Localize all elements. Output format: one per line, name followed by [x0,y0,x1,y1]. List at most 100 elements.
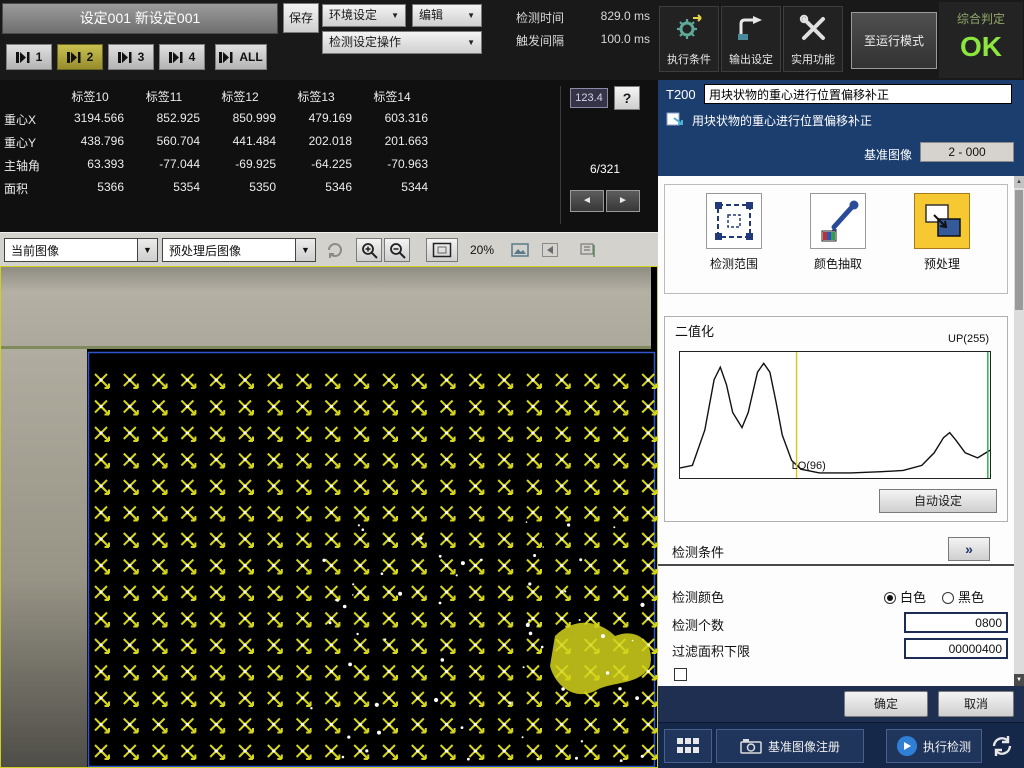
zoom-level: 20% [470,243,494,257]
inspection-ops-menu[interactable]: 检测设定操作▼ [322,31,482,54]
chevron-down-icon: ▼ [467,32,475,53]
cell: 5366 [54,180,126,203]
fit-rect-icon [432,242,452,258]
radio-on-icon [884,592,896,604]
scene-icon [219,52,235,63]
image-icon [511,243,529,257]
blob-markers [95,374,656,759]
panel-scrollbar[interactable]: ▲ ▼ [1014,176,1024,686]
scrollbar-thumb[interactable] [1015,190,1023,310]
row-label: 面积 [4,180,54,203]
camera-image-viewport[interactable] [0,266,658,768]
condition-header: 检测条件 » [658,534,1014,566]
zoom-in-button[interactable] [356,238,382,262]
position-list-button[interactable] [576,238,602,262]
run-inspection-button[interactable]: 执行检测 [886,729,982,763]
divider [560,86,561,224]
cell: 560.704 [126,134,202,157]
output-settings-button[interactable]: 输出设定 [721,6,781,72]
histogram[interactable]: LO(96) [679,351,991,479]
unit-title-input[interactable] [704,84,1012,104]
cell: 479.169 [278,111,354,134]
edit-menu[interactable]: 编辑▼ [412,4,482,27]
refresh-image-button[interactable] [324,238,346,262]
filter-checkbox[interactable] [674,668,687,681]
radio-black[interactable]: 黑色 [942,587,984,606]
radio-white[interactable]: 白色 [884,587,926,606]
environment-menu[interactable]: 环境设定▼ [322,4,406,27]
detect-time-value: 829.0 ms [566,9,650,23]
tool-preprocess[interactable]: 预处理 [897,193,987,272]
trigger-interval-value: 100.0 ms [566,32,650,46]
page-indicator: 6/321 [570,162,640,176]
image-toolbar: 当前图像 ▼ 预处理后图像 ▼ [0,232,658,266]
cell: -77.044 [126,157,202,180]
auto-set-button[interactable]: 自动设定 [879,489,997,513]
filter-area-input[interactable] [904,638,1008,659]
scene-tab-2[interactable]: 2 [57,44,103,70]
expand-button[interactable]: » [948,537,990,561]
tool-color-extract[interactable]: 颜色抽取 [793,193,883,272]
base-image-value[interactable]: 2 - 000 [920,142,1014,162]
base-image-label: 基准图像 [850,146,912,163]
refresh-icon [990,734,1014,758]
run-mode-button[interactable]: 至运行模式 [851,12,937,69]
preprocess-icon [914,193,970,249]
position-compensation-icon [666,110,686,128]
tools-icon [798,14,828,42]
scroll-down-icon[interactable]: ▼ [1014,674,1024,686]
refresh-icon [326,241,344,259]
register-base-image-button[interactable]: 基准图像注册 [716,729,864,763]
scene-icon [118,52,134,63]
scene-tab-1[interactable]: 1 [6,44,52,70]
overlay-graphics [0,266,658,768]
save-button[interactable]: 保存 [283,3,319,33]
output-arrow-icon [736,14,766,42]
scene-tab-3[interactable]: 3 [108,44,154,70]
unit-settings-body: 检测范围 颜色抽取 [658,176,1014,686]
cancel-button[interactable]: 取消 [938,691,1014,717]
binarization-title: 二值化 [675,321,714,340]
reload-button[interactable] [986,729,1018,763]
row-label: 主轴角 [4,157,54,180]
scene-tab-4[interactable]: 4 [159,44,205,70]
cell: -64.225 [278,157,354,180]
utility-button[interactable]: 实用功能 [783,6,843,72]
fit-view-button[interactable] [426,238,458,262]
row-label: 重心X [4,111,54,134]
keypad-button[interactable] [664,729,712,763]
zoom-out-button[interactable] [384,238,410,262]
cell: 441.484 [202,134,278,157]
scroll-left-button[interactable] [538,238,562,262]
detect-count-input[interactable] [904,612,1008,633]
binarization-section: 二值化 UP(255) LO(96) 自动设定 [664,316,1008,522]
column-header: 标签11 [126,88,202,111]
scroll-up-icon[interactable]: ▲ [1014,176,1024,188]
scene-tab-all[interactable]: ALL [215,44,267,70]
zoom-in-icon [361,242,378,259]
column-header: 标签12 [202,88,278,111]
unit-id: T200 [666,87,696,102]
left-arrow-icon [542,243,558,257]
help-button[interactable]: ? [614,86,640,110]
scene-title: 设定001 新设定001 [2,3,278,34]
chevron-down-icon: ▼ [391,5,399,26]
image-source-select[interactable]: 当前图像 ▼ [4,238,158,262]
ok-button[interactable]: 确定 [844,691,928,717]
next-page-button[interactable]: ► [606,190,640,212]
prev-page-button[interactable]: ◄ [570,190,604,212]
image-capture-button[interactable] [508,238,532,262]
unit-subtitle: 用块状物的重心进行位置偏移补正 [692,112,872,129]
exec-condition-button[interactable]: 执行条件 [659,6,719,72]
detect-count-row: 检测个数 [658,612,1014,634]
marker-cluster-blob [550,623,651,694]
numeric-display-button[interactable]: 123.4 [570,88,608,108]
processed-image-select[interactable]: 预处理后图像 ▼ [162,238,316,262]
cell: 438.796 [54,134,126,157]
cell: 852.925 [126,111,202,134]
column-header: 标签14 [354,88,430,111]
tool-detection-range[interactable]: 检测范围 [689,193,779,272]
results-table: 标签10 标签11 标签12 标签13 标签14 重心X 3194.566 85… [4,88,430,203]
unit-header: T200 用块状物的重心进行位置偏移补正 基准图像 2 - 000 [658,80,1024,176]
cell: 201.663 [354,134,430,157]
